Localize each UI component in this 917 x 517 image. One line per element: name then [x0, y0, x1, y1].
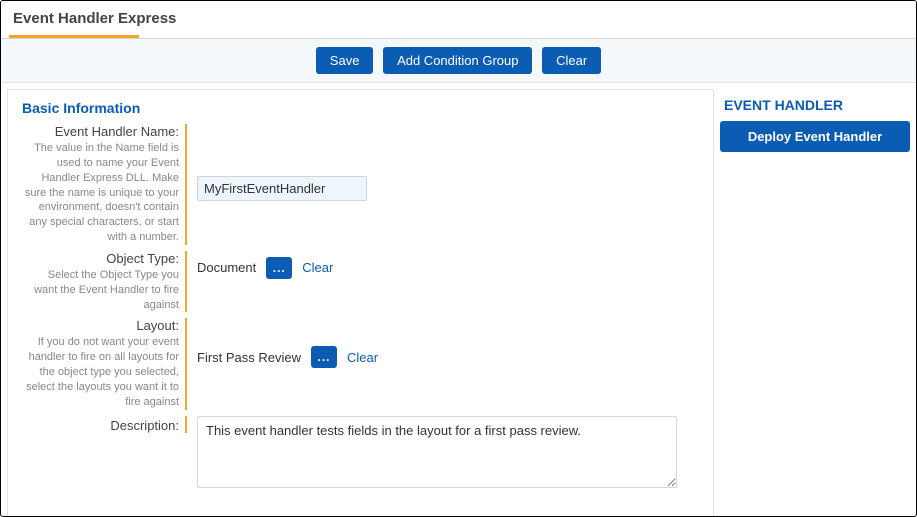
- field-layout: Layout: If you do not want your event ha…: [22, 318, 699, 409]
- object-type-picker-button[interactable]: ...: [266, 257, 292, 279]
- name-label: Event Handler Name:: [55, 124, 179, 139]
- tab-underline: [9, 35, 139, 38]
- layout-value: First Pass Review: [197, 350, 301, 365]
- object-type-hint: Select the Object Type you want the Even…: [22, 268, 179, 313]
- app-header: Event Handler Express: [1, 1, 916, 39]
- side-panel: EVENT HANDLER Deploy Event Handler: [720, 89, 910, 517]
- description-textarea[interactable]: [197, 416, 677, 488]
- event-handler-name-input[interactable]: [197, 176, 367, 201]
- toolbar: Save Add Condition Group Clear: [1, 39, 916, 83]
- object-type-clear-link[interactable]: Clear: [302, 260, 333, 275]
- field-event-handler-name: Event Handler Name: The value in the Nam…: [22, 124, 699, 245]
- main-panel: Basic Information Event Handler Name: Th…: [7, 89, 714, 517]
- description-label: Description:: [110, 418, 179, 433]
- object-type-label: Object Type:: [106, 251, 179, 266]
- section-title: Basic Information: [22, 100, 699, 116]
- add-condition-group-button[interactable]: Add Condition Group: [383, 47, 532, 74]
- layout-label: Layout:: [136, 318, 179, 333]
- save-button[interactable]: Save: [316, 47, 374, 74]
- layout-clear-link[interactable]: Clear: [347, 350, 378, 365]
- layout-hint: If you do not want your event handler to…: [22, 335, 179, 409]
- deploy-event-handler-button[interactable]: Deploy Event Handler: [720, 121, 910, 152]
- clear-button[interactable]: Clear: [542, 47, 601, 74]
- field-description: Description:: [22, 416, 699, 491]
- name-hint: The value in the Name field is used to n…: [22, 141, 179, 245]
- field-object-type: Object Type: Select the Object Type you …: [22, 251, 699, 313]
- side-panel-title: EVENT HANDLER: [720, 89, 910, 121]
- layout-picker-button[interactable]: ...: [311, 346, 337, 368]
- app-title: Event Handler Express: [1, 1, 916, 35]
- object-type-value: Document: [197, 260, 256, 275]
